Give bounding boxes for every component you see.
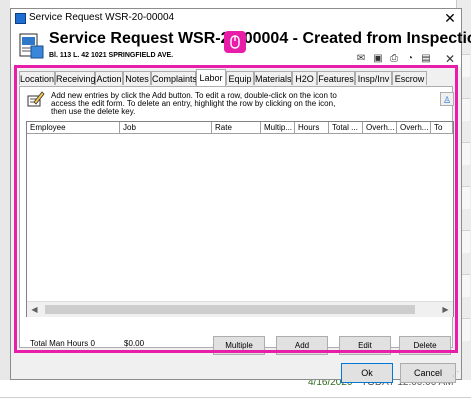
service-request-window: Service Request WSR-20-00004 ✕ Service R… <box>10 8 471 383</box>
save-icon[interactable]: ▣ <box>372 53 384 65</box>
close-icon[interactable]: ✕ <box>442 10 458 26</box>
mail-icon[interactable]: ✉ <box>355 53 367 65</box>
notes-icon[interactable]: ▤ <box>420 53 432 65</box>
app-icon <box>15 13 26 24</box>
ok-button[interactable]: Ok <box>341 363 393 383</box>
cancel-button[interactable]: Cancel <box>400 363 456 383</box>
mouse-icon <box>230 35 240 49</box>
print-icon[interactable]: ⎙ <box>388 53 400 65</box>
request-address: Bl. 113 L. 42 1021 SPRINGFIELD AVE. <box>49 52 174 59</box>
computer-document-icon <box>19 33 44 59</box>
request-title: Service Request WSR-20-00004 - Created f… <box>49 30 471 47</box>
clock-icon[interactable]: ◔ <box>404 53 416 65</box>
resize-grip-icon[interactable]: ⋰ <box>452 371 460 379</box>
window-title: Service Request WSR-20-00004 <box>29 12 175 23</box>
cursor-highlight <box>224 31 246 53</box>
highlight-frame <box>14 65 458 353</box>
close-form-icon[interactable]: ✕ <box>444 53 456 65</box>
title-bar: Service Request WSR-20-00004 ✕ <box>11 9 461 28</box>
background-divider <box>0 397 471 398</box>
background-app-left <box>0 0 10 418</box>
